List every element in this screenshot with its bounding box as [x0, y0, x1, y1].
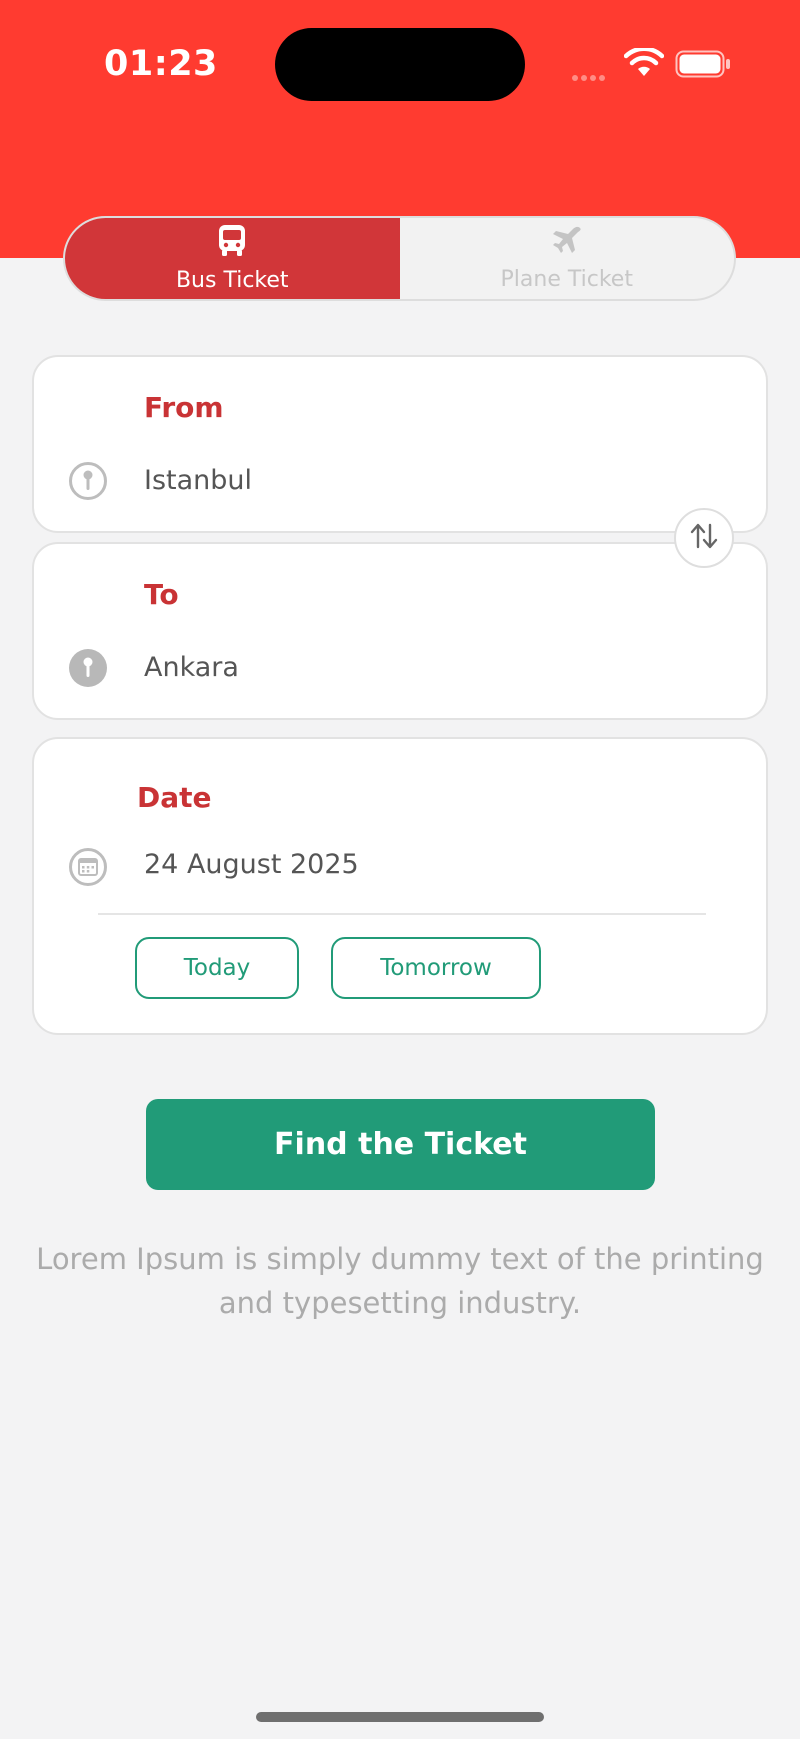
from-card[interactable]: From Istanbul: [32, 355, 768, 533]
swap-icon: [689, 522, 719, 554]
bus-ticket-label: Bus Ticket: [175, 268, 289, 293]
bus-icon: [216, 224, 248, 262]
plane-ticket-label: Plane Ticket: [500, 267, 633, 292]
description-text: Lorem Ipsum is simply dummy text of the …: [36, 1242, 764, 1320]
bus-ticket-tab[interactable]: Bus Ticket: [65, 218, 400, 299]
plane-ticket-tab[interactable]: Plane Ticket: [400, 218, 735, 299]
status-bar-time: 01:23: [104, 44, 218, 84]
from-value[interactable]: Istanbul: [144, 465, 252, 496]
date-value[interactable]: 24 August 2025: [144, 849, 359, 880]
find-ticket-button[interactable]: Find the Ticket: [146, 1099, 655, 1190]
to-card[interactable]: To Ankara: [32, 542, 768, 720]
date-title: Date: [137, 781, 212, 814]
to-title: To: [144, 578, 179, 611]
tomorrow-button[interactable]: Tomorrow: [331, 937, 541, 999]
battery-icon: [675, 50, 731, 84]
wifi-icon: [623, 46, 665, 82]
date-card: Date 24 August 2025 Today Tomorrow: [32, 737, 768, 1035]
plane-icon: [551, 225, 583, 261]
date-divider: [98, 913, 706, 915]
dynamic-island: [275, 28, 525, 101]
ticket-type-segmented-control: Bus Ticket Plane Ticket: [63, 216, 736, 301]
location-pin-icon: [68, 461, 108, 501]
from-title: From: [144, 391, 224, 424]
swap-locations-button[interactable]: [674, 508, 734, 568]
location-pin-icon: [68, 648, 108, 688]
today-button[interactable]: Today: [135, 937, 299, 999]
home-indicator[interactable]: [256, 1712, 544, 1722]
calendar-icon: [68, 847, 108, 887]
to-value[interactable]: Ankara: [144, 652, 239, 683]
cellular-signal-icon: [572, 66, 608, 85]
